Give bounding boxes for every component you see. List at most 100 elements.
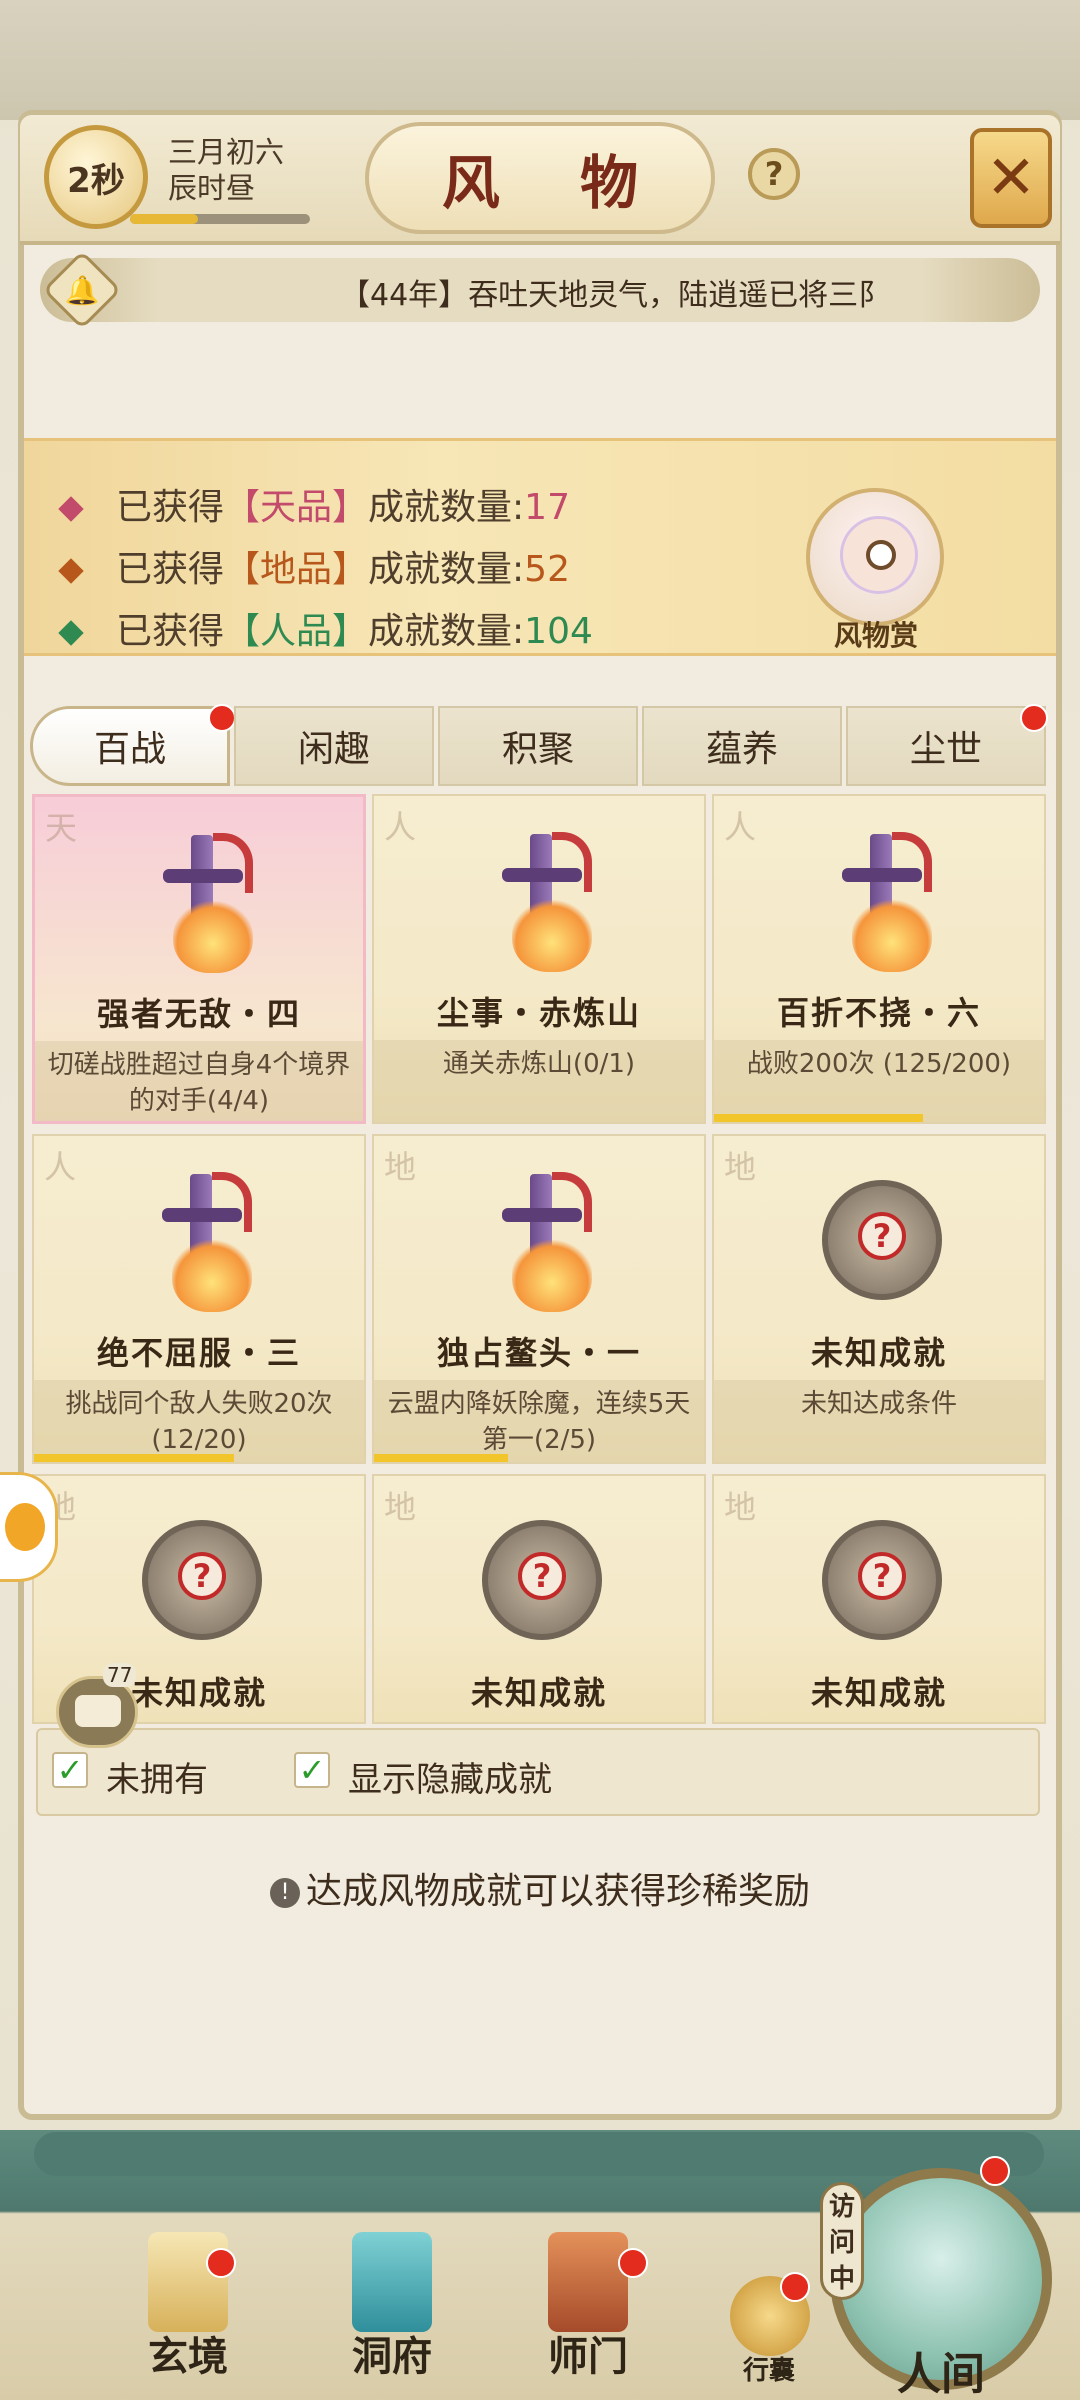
magnifier-icon <box>866 540 896 570</box>
ticker-text: 【44年】吞吐天地灵气，陆逍遥已将三阝 <box>340 278 889 313</box>
achievement-card[interactable]: 地独占鳌头・一 云盟内降妖除魔，连续5天第一(2/5) <box>372 1134 706 1464</box>
card-grade: 人 <box>44 1148 77 1186</box>
page-title-plate: 风 物 <box>365 122 715 234</box>
avatar-label: 风物赏 <box>833 619 918 652</box>
stat-suffix: 成就数量: <box>368 487 525 528</box>
bottom-nav-top-bar <box>34 2132 1044 2176</box>
page-title: 风 物 <box>441 149 669 217</box>
stat-value: 104 <box>524 611 593 652</box>
nav-world-dot <box>980 2156 1010 2186</box>
card-name: 未知成就 <box>810 1334 947 1372</box>
nav-xuanjing-dot <box>206 2248 236 2278</box>
stat-grade: 【天品】 <box>224 487 369 528</box>
mystery-icon: ? <box>482 1520 602 1640</box>
card-condition: 切磋战胜超过自身4个境界的对手(4/4) <box>35 1041 363 1121</box>
sword-icon <box>482 824 600 974</box>
card-grade: 人 <box>724 808 757 846</box>
card-name: 未知成就 <box>470 1674 607 1712</box>
help-button[interactable]: ? <box>748 148 800 200</box>
tab-label: 闲趣 <box>297 729 370 770</box>
card-progress-bar <box>374 1454 508 1462</box>
tab-label: 蕴养 <box>705 729 778 770</box>
stat-prefix: 已获得 <box>116 549 225 590</box>
help-icon: ? <box>764 155 784 193</box>
tab-label: 积聚 <box>501 729 574 770</box>
tab-4[interactable]: 尘世 <box>846 706 1046 786</box>
card-progress-bar <box>714 1114 923 1122</box>
stat-prefix: 已获得 <box>116 487 225 528</box>
time-progress-fill <box>130 214 199 224</box>
tab-0[interactable]: 百战 <box>30 706 230 786</box>
nav-dongfu[interactable]: 洞府 <box>312 2232 472 2382</box>
card-grade: 地 <box>384 1148 417 1186</box>
achievement-card[interactable]: 天强者无敌・四 切磋战胜超过自身4个境界的对手(4/4) <box>32 794 366 1124</box>
tab-notification-dot <box>208 704 236 732</box>
nav-world-label: 人间 <box>897 2349 985 2400</box>
stat-grade: 【地品】 <box>224 549 369 590</box>
tab-3[interactable]: 蕴养 <box>642 706 842 786</box>
stat-prefix: 已获得 <box>116 611 225 652</box>
achievement-card[interactable]: 人绝不屈服・三 挑战同个敌人失败20次(12/20) <box>32 1134 366 1464</box>
close-icon: ✕ <box>985 143 1037 213</box>
side-float-button[interactable] <box>0 1472 58 1582</box>
chat-button[interactable]: 77 <box>56 1663 138 1748</box>
diamond-icon <box>58 496 84 522</box>
nav-bag-dot <box>780 2272 810 2302</box>
top-background <box>0 0 1080 120</box>
card-grade: 天 <box>45 809 78 847</box>
achievement-card[interactable]: 地? 未知成就未知达成条件 <box>712 1134 1046 1464</box>
nav-xuanjing-label: 玄境 <box>148 2333 228 2380</box>
card-condition: 未知达成条件 <box>714 1380 1044 1462</box>
achievement-card[interactable]: 人尘事・赤炼山 通关赤炼山(0/1) <box>372 794 706 1124</box>
tab-2[interactable]: 积聚 <box>438 706 638 786</box>
info-icon: ! <box>269 1878 300 1908</box>
reward-hint: ! 达成风物成就可以获得珍稀奖励 <box>0 1862 1080 1914</box>
achievement-card[interactable]: 人百折不挠・六战败200次 (125/200) <box>712 794 1046 1124</box>
nav-shimen-dot <box>618 2248 648 2278</box>
card-grade: 地 <box>724 1148 757 1186</box>
chat-badge: 77 <box>103 1663 137 1687</box>
timer-value: 2秒 <box>67 160 125 201</box>
chat-icon <box>75 1695 121 1727</box>
sword-icon <box>142 1164 260 1314</box>
achievement-card[interactable]: 地? 未知成就 <box>372 1474 706 1724</box>
hint-text: 达成风物成就可以获得珍稀奖励 <box>305 1871 810 1912</box>
stat-row: 已获得【天品】成就数量:17 <box>58 478 570 530</box>
show-hidden-checkbox[interactable]: ✓ <box>294 1751 330 1789</box>
card-condition: 战败200次 (125/200) <box>714 1040 1044 1122</box>
visiting-tag: 访问中 <box>820 2182 864 2300</box>
category-tabs: 百战 闲趣 积聚 蕴养 尘世 <box>30 704 1050 786</box>
not-owned-label: 未拥有 <box>106 1760 208 1800</box>
tab-notification-dot <box>1020 704 1048 732</box>
mystery-icon: ? <box>142 1520 262 1640</box>
close-button[interactable]: ✕ <box>970 128 1052 228</box>
card-grade: 地 <box>384 1488 417 1526</box>
diamond-icon <box>58 620 84 646</box>
nav-bag-label: 行囊 <box>742 2356 795 2386</box>
mystery-icon: ? <box>822 1520 942 1640</box>
time-progress-bar <box>130 214 310 224</box>
scroll-icon <box>148 2232 228 2332</box>
show-hidden-label: 显示隐藏成就 <box>348 1760 552 1800</box>
not-owned-checkbox[interactable]: ✓ <box>52 1751 88 1789</box>
nav-dongfu-label: 洞府 <box>352 2333 432 2380</box>
tab-label: 尘世 <box>909 729 982 770</box>
stat-value: 17 <box>524 487 570 528</box>
game-date: 三月初六 辰时昼 <box>168 134 284 206</box>
nav-xuanjing[interactable]: 玄境 <box>108 2232 268 2382</box>
fengwu-reward-avatar[interactable] <box>806 488 944 626</box>
date-line-1: 三月初六 <box>168 135 285 169</box>
achievement-card[interactable]: 地? 未知成就 <box>712 1474 1046 1724</box>
sword-icon <box>482 1164 600 1314</box>
stat-grade: 【人品】 <box>224 611 369 652</box>
tab-label: 百战 <box>93 729 166 770</box>
tab-1[interactable]: 闲趣 <box>234 706 434 786</box>
sword-icon <box>822 824 940 974</box>
card-name: 尘事・赤炼山 <box>436 994 641 1032</box>
card-condition: 云盟内降妖除魔，连续5天第一(2/5) <box>374 1380 704 1462</box>
sword-icon <box>143 825 261 975</box>
stat-row: 已获得【地品】成就数量:52 <box>58 540 570 592</box>
mystery-icon: ? <box>822 1180 942 1300</box>
card-condition: 挑战同个敌人失败20次(12/20) <box>34 1380 364 1462</box>
card-name: 百折不挠・六 <box>776 994 981 1032</box>
